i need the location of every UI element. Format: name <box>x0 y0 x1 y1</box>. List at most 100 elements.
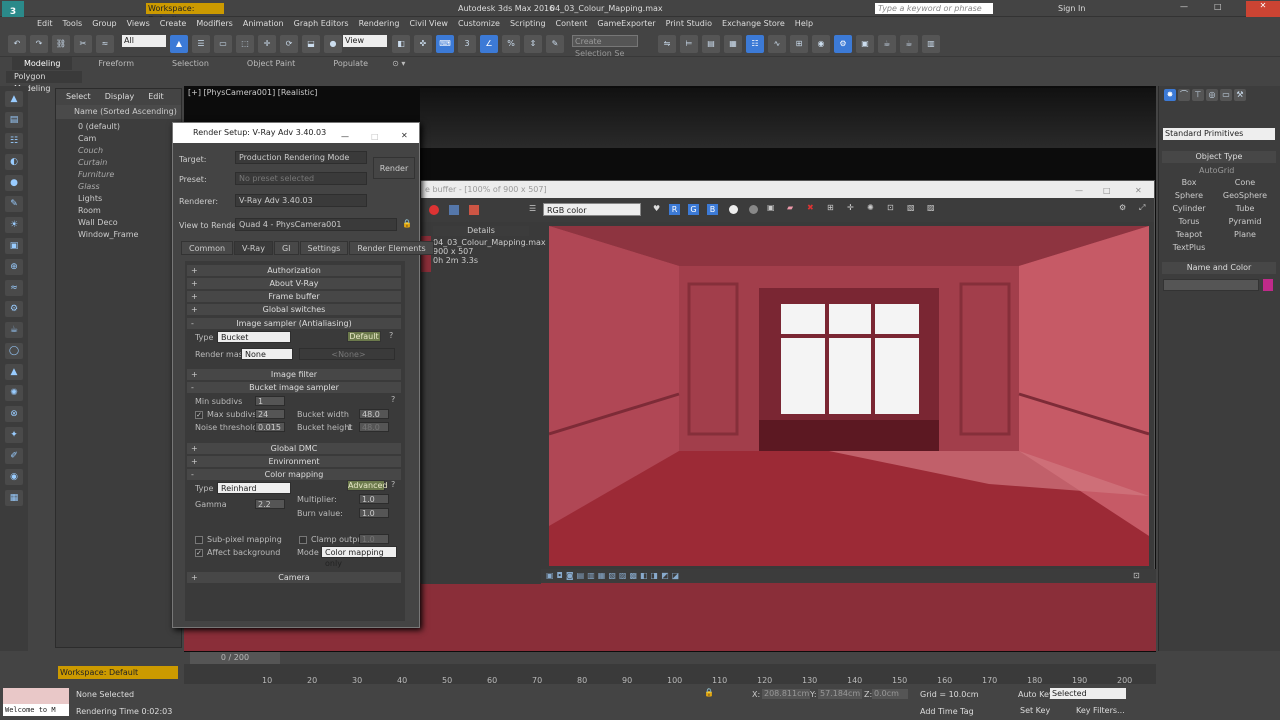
window-crossing-icon[interactable]: ⬚ <box>236 35 254 53</box>
fb-track-mouse-icon[interactable]: ⊞ <box>827 203 834 212</box>
layer-manager-icon[interactable]: ▤ <box>5 112 23 128</box>
sphere-gizmo-icon[interactable]: ◉ <box>5 469 23 485</box>
menu-edit[interactable]: Edit <box>32 17 58 31</box>
rs-close-button[interactable]: ✕ <box>401 126 408 146</box>
rollout-global-switches[interactable]: + Global switches <box>187 304 401 315</box>
fb-lens-fx-icon[interactable]: ✺ <box>867 203 874 212</box>
fb-open-icon[interactable]: ▰ <box>787 203 793 212</box>
rect-select-icon[interactable]: ▭ <box>214 35 232 53</box>
cameras-icon[interactable]: ▣ <box>5 238 23 254</box>
create-cylinder-button[interactable]: Cylinder <box>1165 203 1213 214</box>
helpers-icon[interactable]: ⊕ <box>5 259 23 275</box>
material-editor-icon[interactable]: ◉ <box>812 35 830 53</box>
ribbon-options-icon[interactable]: ⊙ ▾ <box>380 57 417 70</box>
render-mask-select[interactable]: None <box>241 348 293 360</box>
auto-key-label[interactable]: Auto Key <box>1018 690 1054 699</box>
fb-link-icon[interactable]: ⤢ <box>1139 203 1145 213</box>
tab-settings[interactable]: Settings <box>299 241 349 255</box>
channel-select[interactable]: RGB color <box>543 203 641 216</box>
create-geosphere-button[interactable]: GeoSphere <box>1221 190 1269 201</box>
spacewarps-icon[interactable]: ≈ <box>5 280 23 296</box>
max-subdivs-spinner[interactable]: 24 <box>255 409 285 419</box>
fb-pan-icon[interactable]: ✛ <box>847 203 854 212</box>
select-by-name-icon[interactable]: ☰ <box>192 35 210 53</box>
scene-item-couch[interactable]: Couch <box>56 145 181 157</box>
link-icon[interactable]: ⛓ <box>52 35 70 53</box>
fb-lut-icon[interactable]: ▧ <box>907 203 915 212</box>
vray-tools-icon[interactable]: ▥ <box>922 35 940 53</box>
renderer-select[interactable]: V-Ray Adv 3.40.03 <box>235 194 367 207</box>
ribbon-tab-populate[interactable]: Populate <box>321 57 380 70</box>
render-setup-icon[interactable]: ⚙ <box>834 35 852 53</box>
workspace-status[interactable]: Workspace: Default <box>58 666 178 679</box>
place-icon[interactable]: ● <box>324 35 342 53</box>
scale-icon[interactable]: ⬓ <box>302 35 320 53</box>
create-tab-icon[interactable]: ✸ <box>1164 89 1176 101</box>
bucket-height-spinner[interactable]: 48.0 <box>359 422 389 432</box>
object-color-swatch[interactable] <box>1263 279 1273 291</box>
menu-views[interactable]: Views <box>122 17 155 31</box>
sampler-default-button[interactable]: Default <box>347 331 381 342</box>
cm-type-select[interactable]: Reinhard <box>217 482 291 494</box>
scene-item-room[interactable]: Room <box>56 205 181 217</box>
curve-editor-icon[interactable]: ∿ <box>768 35 786 53</box>
fb-stop-icon[interactable] <box>429 205 439 215</box>
x-coord-field[interactable]: 208.811cm <box>762 689 810 699</box>
select-icon[interactable]: ▲ <box>170 35 188 53</box>
systems-icon[interactable]: ⚙ <box>5 301 23 317</box>
cm-advanced-button[interactable]: Advanced <box>347 480 388 491</box>
teapot-icon[interactable]: ☕ <box>5 322 23 338</box>
view-to-render-select[interactable]: Quad 4 - PhysCamera001 <box>235 218 397 231</box>
menu-print-studio[interactable]: Print Studio <box>661 17 717 31</box>
tab-gi[interactable]: GI <box>273 241 299 255</box>
ribbon-polygon-modeling[interactable]: Polygon Modeling <box>6 71 82 93</box>
hierarchy-tab-icon[interactable]: ⊤ <box>1192 89 1204 101</box>
menu-graph-editors[interactable]: Graph Editors <box>289 17 354 31</box>
mirror-icon[interactable]: ⇋ <box>658 35 676 53</box>
maxscript-input[interactable]: Welcome to M <box>3 704 69 716</box>
scene-item-lights[interactable]: Lights <box>56 193 181 205</box>
fb-r-channel-icon[interactable]: R <box>669 204 680 215</box>
name-color-header[interactable]: Name and Color <box>1162 262 1276 274</box>
set-key-button[interactable]: Set Key <box>1020 706 1050 715</box>
menu-animation[interactable]: Animation <box>238 17 289 31</box>
snap-icon[interactable]: 3 <box>458 35 476 53</box>
sampler-help-icon[interactable]: ? <box>389 331 393 340</box>
reference-coord-select[interactable]: View <box>343 35 387 47</box>
cm-gamma-spinner[interactable]: 2.2 <box>255 499 285 509</box>
lights-icon[interactable]: ☀ <box>5 217 23 233</box>
time-slider[interactable]: 0 / 200 <box>190 652 280 664</box>
create-box-button[interactable]: Box <box>1165 177 1213 188</box>
autogrid-label[interactable]: AutoGrid <box>1159 166 1279 176</box>
noise-threshold-spinner[interactable]: 0.015 <box>255 422 285 432</box>
scene-explorer-icon[interactable]: ☷ <box>5 133 23 149</box>
fb-b-channel-icon[interactable]: B <box>707 204 718 215</box>
scene-column-header[interactable]: Name (Sorted Ascending) <box>56 105 181 119</box>
standard-primitives-dropdown[interactable]: Standard Primitives <box>1163 128 1275 140</box>
cone-icon[interactable]: ▲ <box>5 364 23 380</box>
modify-tab-icon[interactable]: ⌒ <box>1178 89 1190 101</box>
layer-icon[interactable]: ▤ <box>702 35 720 53</box>
bind-warp-icon[interactable]: ≈ <box>96 35 114 53</box>
rollout-environment[interactable]: + Environment <box>187 456 401 467</box>
render-icon[interactable]: ☕ <box>878 35 896 53</box>
rollout-about[interactable]: + About V-Ray <box>187 278 401 289</box>
clamp-output-checkbox[interactable] <box>299 536 307 544</box>
create-cone-button[interactable]: Cone <box>1221 177 1269 188</box>
rollout-bucket-sampler[interactable]: - Bucket image sampler <box>187 382 401 393</box>
create-torus-button[interactable]: Torus <box>1165 216 1213 227</box>
menu-content[interactable]: Content <box>551 17 593 31</box>
maximize-button[interactable]: □ <box>1214 2 1222 11</box>
menu-group[interactable]: Group <box>87 17 121 31</box>
menu-gameexporter[interactable]: GameExporter <box>592 17 660 31</box>
viewport-label[interactable]: [+] [PhysCamera001] [Realistic] <box>188 88 317 97</box>
fb-maximize-button[interactable]: □ <box>1103 182 1111 199</box>
scene-item-furniture[interactable]: Furniture <box>56 169 181 181</box>
fb-minimize-button[interactable]: — <box>1075 182 1083 199</box>
menu-help[interactable]: Help <box>790 17 818 31</box>
create-teapot-button[interactable]: Teapot <box>1165 229 1213 240</box>
rollout-global-dmc[interactable]: + Global DMC <box>187 443 401 454</box>
fb-red-channel-icon[interactable]: ♥ <box>653 204 660 213</box>
preset-select[interactable]: No preset selected <box>235 172 367 185</box>
tab-vray[interactable]: V-Ray <box>234 241 273 255</box>
